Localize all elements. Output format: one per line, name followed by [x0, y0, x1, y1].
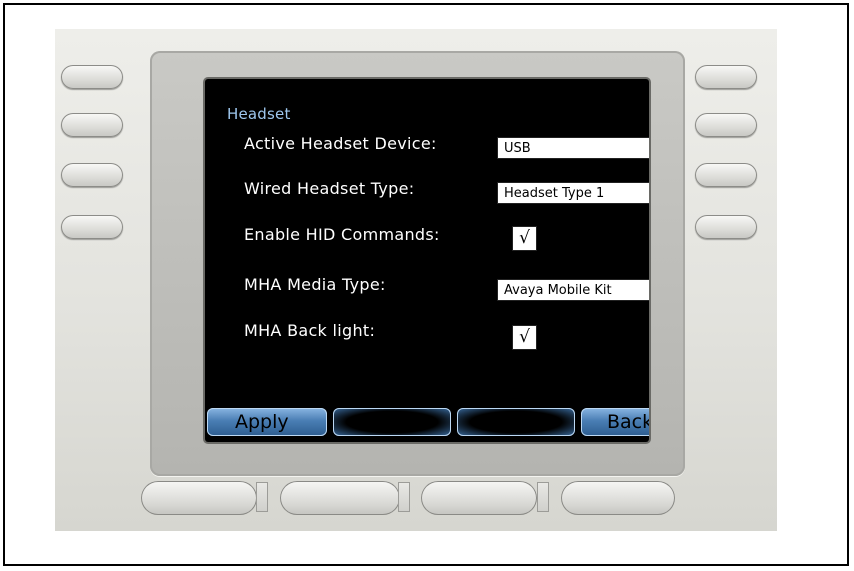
select-value: USB: [504, 140, 531, 156]
button-separator: [537, 482, 549, 512]
softkey-apply[interactable]: Apply: [207, 408, 327, 436]
hardware-softkey-4[interactable]: [561, 481, 675, 515]
softkey-back[interactable]: Back: [581, 408, 649, 436]
phone-faceplate: Headset Active Headset Device: USB ▼ Wir…: [55, 29, 777, 531]
right-line-button-3[interactable]: [695, 163, 757, 187]
hardware-softkey-2[interactable]: [280, 481, 400, 515]
softkey-bar: Apply Back: [205, 408, 649, 438]
softkey-3[interactable]: [457, 408, 575, 436]
wired-headset-type-label: Wired Headset Type:: [244, 179, 415, 198]
button-separator: [398, 482, 410, 512]
right-line-button-1[interactable]: [695, 65, 757, 89]
left-line-button-2[interactable]: [61, 113, 123, 137]
mha-back-light-checkbox[interactable]: √: [512, 325, 537, 350]
phone-display: Headset Active Headset Device: USB ▼ Wir…: [205, 79, 649, 442]
mha-back-light-label: MHA Back light:: [244, 321, 376, 340]
left-line-button-1[interactable]: [61, 65, 123, 89]
hardware-softkey-1[interactable]: [141, 481, 257, 515]
right-line-button-2[interactable]: [695, 113, 757, 137]
figure-frame: Headset Active Headset Device: USB ▼ Wir…: [3, 3, 849, 566]
screen-title: Headset: [227, 105, 291, 123]
select-value: Headset Type 1: [504, 185, 605, 201]
left-line-button-4[interactable]: [61, 215, 123, 239]
select-value: Avaya Mobile Kit: [504, 282, 612, 298]
right-line-button-4[interactable]: [695, 215, 757, 239]
mha-media-type-label: MHA Media Type:: [244, 275, 386, 294]
mha-media-type-select[interactable]: Avaya Mobile Kit ▼: [497, 279, 649, 301]
softkey-2[interactable]: [333, 408, 451, 436]
wired-headset-type-select[interactable]: Headset Type 1 ▼: [497, 182, 649, 204]
hardware-softkey-3[interactable]: [421, 481, 537, 515]
left-line-button-3[interactable]: [61, 163, 123, 187]
active-headset-device-label: Active Headset Device:: [244, 134, 437, 153]
active-headset-device-select[interactable]: USB ▼: [497, 137, 649, 159]
button-separator: [256, 482, 268, 512]
enable-hid-commands-checkbox[interactable]: √: [512, 226, 537, 251]
enable-hid-commands-label: Enable HID Commands:: [244, 225, 440, 244]
